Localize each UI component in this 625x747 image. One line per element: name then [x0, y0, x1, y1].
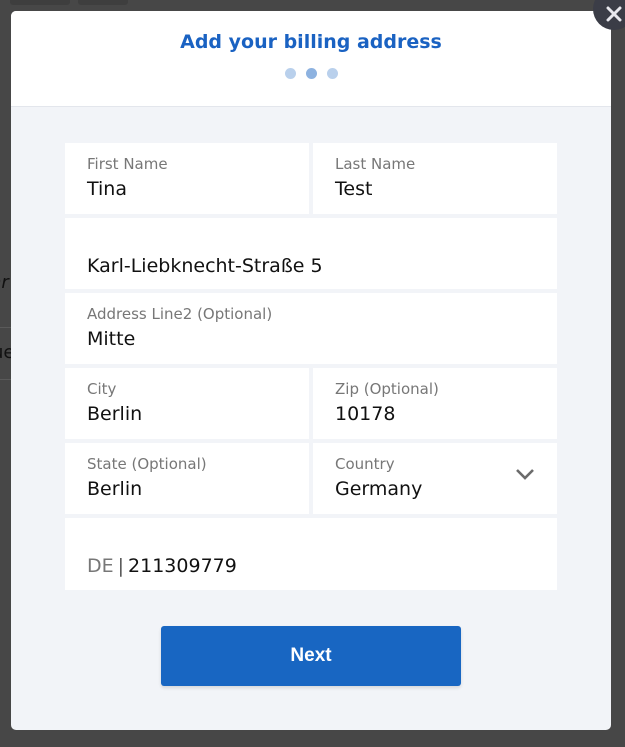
billing-form: First Name Tina Last Name Test Karl-Lieb…	[65, 143, 557, 594]
background-text: nr	[0, 272, 9, 293]
zip-value[interactable]: 10178	[335, 403, 395, 425]
phone-separator: |	[117, 555, 125, 577]
step-indicator	[11, 68, 611, 79]
close-icon	[606, 6, 622, 22]
first-name-label: First Name	[87, 155, 168, 173]
address-line2-field[interactable]: Address Line2 (Optional) Mitte	[65, 293, 557, 364]
city-label: City	[87, 380, 117, 398]
background-page: nr ue	[0, 230, 11, 380]
billing-address-modal: Add your billing address First Name Tina…	[11, 11, 611, 730]
last-name-value[interactable]: Test	[335, 178, 372, 200]
address-line1-field[interactable]: Karl-Liebknecht-Straße 5	[65, 218, 557, 289]
state-field[interactable]: State (Optional) Berlin	[65, 443, 309, 514]
last-name-field[interactable]: Last Name Test	[313, 143, 557, 214]
step-dot-1	[284, 68, 296, 79]
zip-field[interactable]: Zip (Optional) 10178	[313, 368, 557, 439]
background-text: ue	[0, 342, 11, 363]
step-dot-2-active	[305, 68, 317, 79]
background-tabs	[10, 0, 140, 6]
last-name-label: Last Name	[335, 155, 416, 173]
phone-country-code[interactable]: DE	[87, 555, 114, 577]
city-field[interactable]: City Berlin	[65, 368, 309, 439]
first-name-value[interactable]: Tina	[87, 178, 127, 200]
modal-title: Add your billing address	[180, 31, 442, 53]
first-name-field[interactable]: First Name Tina	[65, 143, 309, 214]
chevron-down-icon[interactable]	[515, 467, 535, 481]
address-line2-label: Address Line2 (Optional)	[87, 305, 273, 323]
step-dot-3	[326, 68, 338, 79]
phone-number[interactable]: 211309779	[128, 555, 237, 577]
zip-label: Zip (Optional)	[335, 380, 439, 398]
next-button[interactable]: Next	[161, 626, 461, 686]
address-line2-value[interactable]: Mitte	[87, 328, 135, 350]
divider	[0, 327, 11, 328]
state-label: State (Optional)	[87, 455, 207, 473]
phone-field[interactable]: DE | 211309779	[65, 518, 557, 590]
city-value[interactable]: Berlin	[87, 403, 142, 425]
phone-value-wrap[interactable]: DE | 211309779	[87, 555, 237, 577]
country-label: Country	[335, 455, 395, 473]
country-value[interactable]: Germany	[335, 478, 422, 500]
modal-header: Add your billing address	[11, 11, 611, 107]
state-value[interactable]: Berlin	[87, 478, 142, 500]
divider	[0, 379, 11, 380]
address-line1-value[interactable]: Karl-Liebknecht-Straße 5	[87, 255, 323, 277]
country-select[interactable]: Country Germany	[313, 443, 557, 514]
